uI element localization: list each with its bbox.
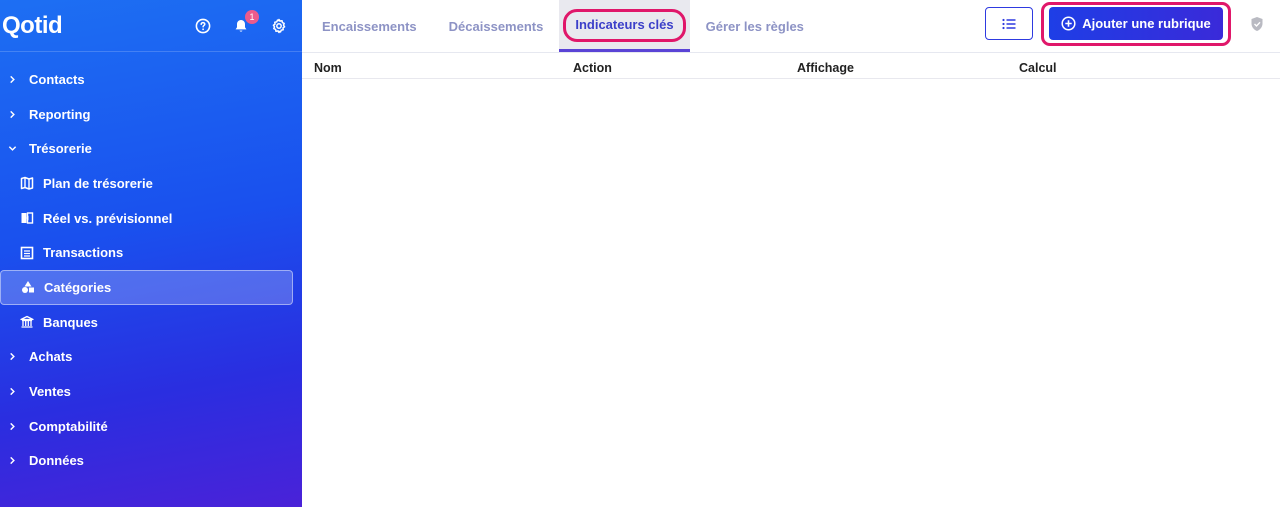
sidebar-header: Qotid 1: [0, 0, 302, 52]
shapes-icon: [21, 280, 35, 294]
tab-decaissements[interactable]: Décaissements: [433, 0, 560, 52]
sidebar-item-donnees[interactable]: Données: [0, 444, 302, 479]
help-icon[interactable]: [194, 17, 212, 35]
add-rubrique-button[interactable]: Ajouter une rubrique: [1049, 7, 1223, 40]
list-view-button[interactable]: [985, 7, 1033, 40]
sidebar-item-label: Banques: [43, 314, 98, 330]
sidebar-item-contacts[interactable]: Contacts: [0, 62, 302, 97]
main-content: Encaissements Décaissements Indicateurs …: [302, 0, 1280, 507]
chevron-right-icon: [7, 456, 17, 466]
sidebar-item-comptabilite[interactable]: Comptabilité: [0, 409, 302, 444]
chevron-right-icon: [7, 352, 17, 362]
tab-label: Décaissements: [448, 18, 544, 34]
list-icon: [20, 246, 34, 260]
column-header-action[interactable]: Action: [573, 61, 612, 75]
sidebar-item-ventes[interactable]: Ventes: [0, 374, 302, 409]
gear-icon[interactable]: [270, 17, 288, 35]
sidebar-item-label: Contacts: [29, 71, 85, 87]
sidebar-item-banques[interactable]: Banques: [0, 305, 302, 340]
tab-gerer-les-regles[interactable]: Gérer les règles: [690, 0, 820, 52]
map-icon: [20, 176, 34, 191]
sidebar-item-transactions[interactable]: Transactions: [0, 235, 302, 270]
add-rubrique-label: Ajouter une rubrique: [1082, 16, 1211, 31]
column-header-calcul[interactable]: Calcul: [1019, 61, 1057, 75]
list-icon: [1002, 18, 1016, 29]
sidebar-item-label: Reporting: [29, 106, 91, 122]
sidebar: Qotid 1 Contacts Reporting Trésorerie Pl…: [0, 0, 302, 507]
sidebar-item-reel-vs-previsionnel[interactable]: Réel vs. prévisionnel: [0, 201, 302, 236]
tab-encaissements[interactable]: Encaissements: [302, 0, 433, 52]
column-header-nom[interactable]: Nom: [314, 61, 342, 75]
sidebar-item-plan-de-tresorerie[interactable]: Plan de trésorerie: [0, 166, 302, 201]
sidebar-item-reporting[interactable]: Reporting: [0, 97, 302, 132]
sidebar-item-label: Ventes: [29, 384, 71, 400]
app-logo[interactable]: Qotid: [2, 12, 63, 40]
sidebar-item-achats[interactable]: Achats: [0, 340, 302, 375]
notification-badge: 1: [245, 9, 259, 24]
chevron-down-icon: [7, 144, 17, 154]
header-icons: 1: [194, 9, 288, 35]
sidebar-item-label: Comptabilité: [29, 418, 108, 434]
bank-icon: [20, 315, 34, 329]
tab-bar: Encaissements Décaissements Indicateurs …: [302, 0, 1280, 53]
sidebar-item-tresorerie[interactable]: Trésorerie: [0, 131, 302, 166]
table-header: Nom Action Affichage Calcul: [302, 53, 1280, 79]
sidebar-nav: Contacts Reporting Trésorerie Plan de tr…: [0, 52, 302, 478]
tab-label: Gérer les règles: [705, 18, 804, 34]
sidebar-item-label: Achats: [29, 349, 73, 365]
sidebar-item-label: Plan de trésorerie: [43, 175, 153, 191]
compare-icon: [20, 211, 34, 225]
shield-icon[interactable]: [1250, 16, 1264, 32]
chevron-right-icon: [7, 109, 17, 119]
sidebar-item-label: Réel vs. prévisionnel: [43, 210, 173, 226]
sidebar-item-label: Catégories: [44, 279, 112, 295]
tab-indicateurs-cles[interactable]: Indicateurs clés: [559, 0, 690, 52]
column-header-affichage[interactable]: Affichage: [797, 61, 854, 75]
chevron-right-icon: [7, 421, 17, 431]
chevron-right-icon: [7, 74, 17, 84]
sidebar-item-categories[interactable]: Catégories: [0, 270, 293, 305]
chevron-right-icon: [7, 387, 17, 397]
tab-highlight-ring: [563, 9, 686, 42]
tab-label: Encaissements: [322, 18, 417, 34]
bell-icon[interactable]: 1: [232, 9, 259, 35]
sidebar-item-label: Transactions: [43, 245, 124, 261]
sidebar-item-label: Trésorerie: [29, 141, 92, 157]
plus-circle-icon: [1061, 16, 1076, 31]
sidebar-item-label: Données: [29, 453, 84, 469]
